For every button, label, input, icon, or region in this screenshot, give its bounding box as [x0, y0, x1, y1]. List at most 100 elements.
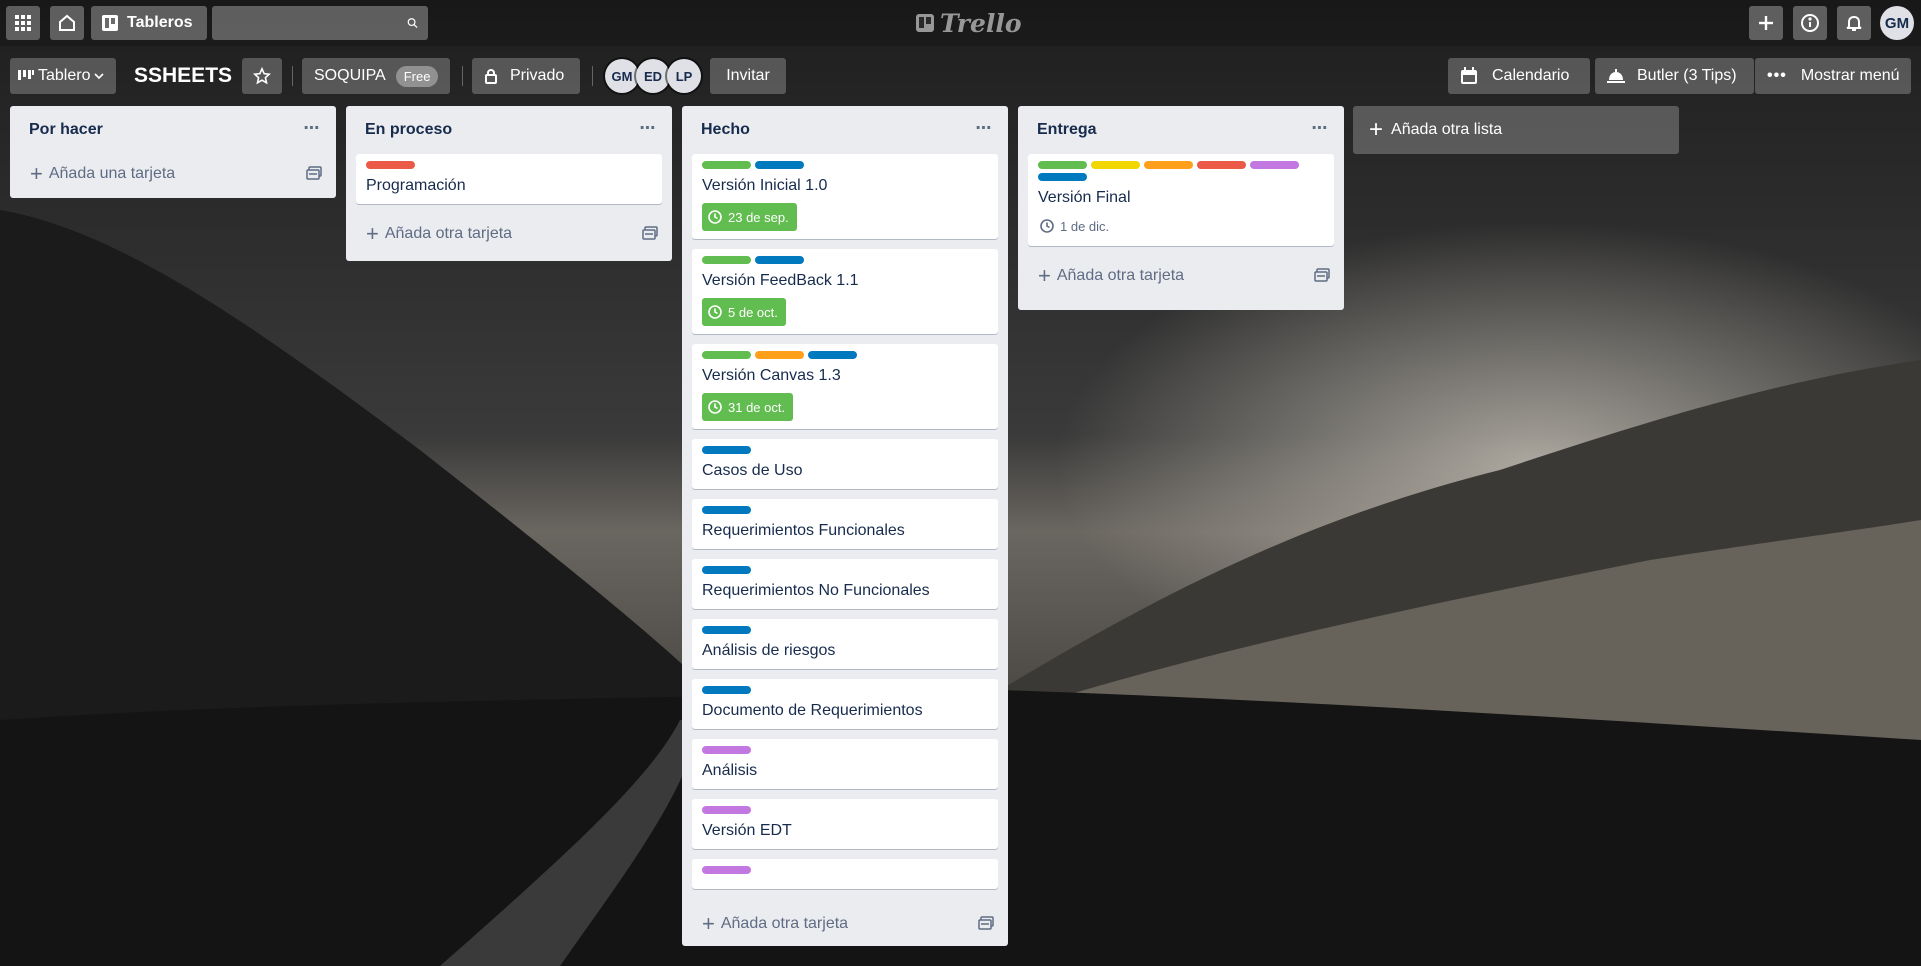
chevron-down-icon: [94, 73, 105, 80]
list-header: Hecho ⋯: [682, 106, 1008, 154]
home-button[interactable]: [50, 6, 84, 40]
calendar-button[interactable]: Calendario: [1448, 58, 1590, 94]
card-title: Versión Final: [1038, 189, 1131, 206]
butler-button[interactable]: Butler (3 Tips): [1595, 58, 1754, 94]
due-date-badge[interactable]: 1 de dic.: [1038, 216, 1117, 236]
star-board-button[interactable]: [242, 58, 282, 94]
card[interactable]: Análisis: [692, 739, 998, 789]
card-title: Análisis de riesgos: [702, 642, 836, 659]
view-switcher-button[interactable]: Tablero: [10, 58, 116, 94]
label-blue: [702, 686, 751, 694]
card-title: Versión EDT: [702, 822, 792, 839]
card[interactable]: Programación: [356, 154, 662, 204]
create-button[interactable]: [1749, 6, 1783, 40]
plus-icon: +: [702, 911, 715, 936]
plus-icon: +: [366, 221, 379, 246]
board-title[interactable]: SSHEETS: [134, 58, 232, 94]
card[interactable]: Análisis de riesgos: [692, 619, 998, 669]
card[interactable]: Versión EDT: [692, 799, 998, 849]
due-date-badge[interactable]: 23 de sep.: [702, 203, 797, 231]
card[interactable]: Versión Canvas 1.3 31 de oct.: [692, 344, 998, 429]
due-date-text: 23 de sep.: [728, 209, 789, 225]
board-view-icon: [18, 70, 34, 80]
member-avatar[interactable]: GM: [605, 59, 639, 93]
card-template-icon[interactable]: [306, 166, 322, 180]
list-title[interactable]: Entrega: [1037, 121, 1097, 139]
due-date-text: 5 de oct.: [728, 304, 778, 320]
label-blue: [702, 626, 751, 634]
show-menu-button[interactable]: ••• Mostrar menú: [1755, 58, 1911, 94]
trello-logo-icon: [916, 14, 934, 32]
clock-icon: [708, 305, 722, 319]
add-list-button[interactable]: + Añada otra lista: [1353, 106, 1679, 154]
search-icon[interactable]: [407, 14, 418, 32]
card[interactable]: Versión Final 1 de dic.: [1028, 154, 1334, 246]
add-card-button[interactable]: + Añada otra tarjeta: [346, 214, 672, 254]
search-box[interactable]: [212, 6, 428, 40]
card[interactable]: Documento de Requerimientos: [692, 679, 998, 729]
clock-icon: [708, 210, 722, 224]
card-labels: [702, 446, 988, 454]
user-avatar[interactable]: GM: [1880, 6, 1914, 40]
home-icon: [59, 14, 75, 31]
card[interactable]: Casos de Uso: [692, 439, 998, 489]
label-green: [702, 256, 751, 264]
list-cards-scroll[interactable]: Versión Inicial 1.0 23 de sep. Versión F…: [682, 154, 1008, 904]
due-date-text: 31 de oct.: [728, 399, 786, 415]
team-button[interactable]: SOQUIPA Free: [302, 58, 450, 94]
info-button[interactable]: [1793, 6, 1827, 40]
card-title: Versión FeedBack 1.1: [702, 272, 859, 289]
visibility-button[interactable]: Privado: [472, 58, 580, 94]
list-header: En proceso ⋯: [346, 106, 672, 154]
card-labels: [702, 506, 988, 514]
card-template-icon[interactable]: [1314, 268, 1330, 282]
card[interactable]: Requerimientos No Funcionales: [692, 559, 998, 609]
member-avatar[interactable]: LP: [667, 59, 701, 93]
list-menu-button[interactable]: ⋯: [1306, 116, 1334, 140]
card-template-icon[interactable]: [642, 226, 658, 240]
trello-logo[interactable]: Trello: [916, 8, 1022, 38]
card[interactable]: Versión Inicial 1.0 23 de sep.: [692, 154, 998, 239]
label-purple: [702, 746, 751, 754]
label-green: [1038, 161, 1087, 169]
plan-badge: Free: [395, 65, 439, 87]
list-title[interactable]: En proceso: [365, 121, 452, 139]
label-blue: [702, 446, 751, 454]
card[interactable]: Requerimientos Funcionales: [692, 499, 998, 549]
add-card-button[interactable]: + Añada otra tarjeta: [1018, 256, 1344, 296]
boards-button[interactable]: Tableros: [91, 6, 207, 40]
star-icon: [253, 67, 271, 85]
add-card-button[interactable]: + Añada otra tarjeta: [682, 904, 1008, 944]
team-name: SOQUIPA: [314, 67, 386, 84]
label-blue: [755, 161, 804, 169]
list-menu-button[interactable]: ⋯: [970, 116, 998, 140]
top-header: Tableros Trello GM: [0, 0, 1921, 46]
card[interactable]: Versión FeedBack 1.1 5 de oct.: [692, 249, 998, 334]
card-template-icon[interactable]: [978, 916, 994, 930]
list-menu-button[interactable]: ⋯: [634, 116, 662, 140]
divider: [592, 66, 593, 86]
list-title[interactable]: Por hacer: [29, 121, 103, 139]
label-blue: [702, 566, 751, 574]
card-labels: [702, 256, 988, 264]
card[interactable]: [692, 859, 998, 889]
notifications-button[interactable]: [1837, 6, 1871, 40]
member-avatar[interactable]: ED: [636, 59, 670, 93]
list-menu-button[interactable]: ⋯: [298, 116, 326, 140]
list-title[interactable]: Hecho: [701, 121, 750, 139]
label-red: [1197, 161, 1246, 169]
add-card-button[interactable]: + Añada una tarjeta: [10, 154, 336, 194]
apps-grid-button[interactable]: [6, 6, 40, 40]
label-blue: [808, 351, 857, 359]
divider: [462, 66, 463, 86]
butler-bell-icon: [1607, 69, 1625, 83]
plus-icon: +: [1038, 263, 1051, 288]
due-date-badge[interactable]: 5 de oct.: [702, 298, 786, 326]
add-card-label: Añada una tarjeta: [48, 165, 176, 182]
due-date-badge[interactable]: 31 de oct.: [702, 393, 794, 421]
list-header: Por hacer ⋯: [10, 106, 336, 154]
label-blue: [755, 256, 804, 264]
search-input[interactable]: [222, 14, 407, 32]
card-title: Documento de Requerimientos: [702, 702, 923, 719]
invite-button[interactable]: Invitar: [710, 58, 786, 94]
